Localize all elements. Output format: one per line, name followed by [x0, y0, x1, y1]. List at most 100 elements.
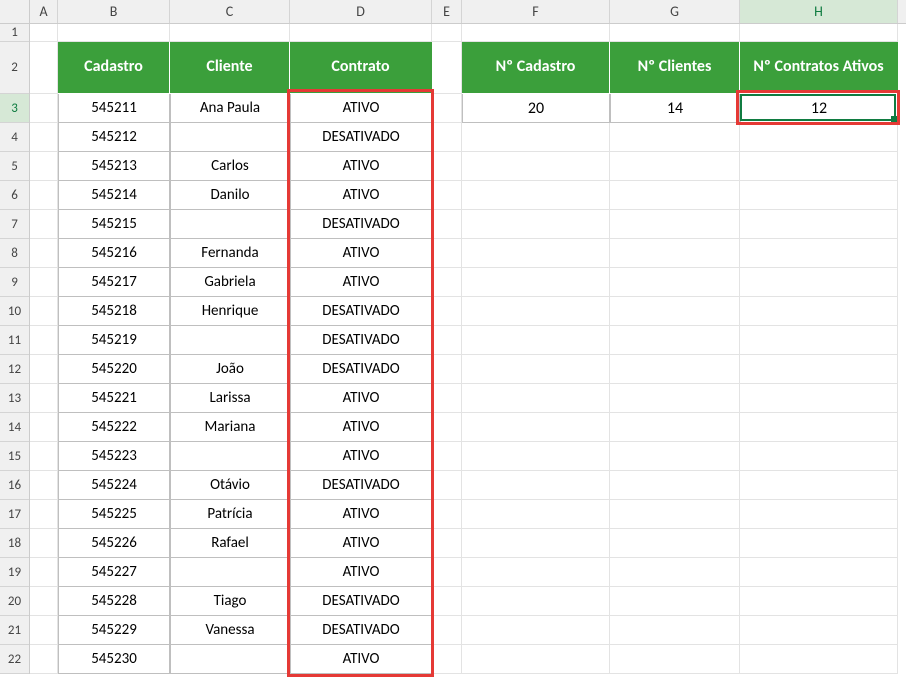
cell-contrato-12[interactable]: DESATIVADO — [290, 355, 432, 384]
cell-G9[interactable] — [610, 268, 740, 297]
cell-nclientes-value[interactable]: 14 — [610, 94, 740, 123]
cell-E17[interactable] — [432, 500, 462, 529]
cell-A22[interactable] — [30, 645, 58, 674]
cell-A14[interactable] — [30, 413, 58, 442]
cell-contrato-3[interactable]: ATIVO — [290, 94, 432, 123]
cell-E12[interactable] — [432, 355, 462, 384]
row-header-19[interactable]: 19 — [0, 558, 29, 587]
cell-cadastro-22[interactable]: 545230 — [58, 645, 170, 674]
cell-cadastro-18[interactable]: 545226 — [58, 529, 170, 558]
row-header-9[interactable]: 9 — [0, 268, 29, 297]
row-header-8[interactable]: 8 — [0, 239, 29, 268]
row-header-20[interactable]: 20 — [0, 587, 29, 616]
cell-A18[interactable] — [30, 529, 58, 558]
cell-contrato-21[interactable]: DESATIVADO — [290, 616, 432, 645]
cell-G12[interactable] — [610, 355, 740, 384]
cell-A13[interactable] — [30, 384, 58, 413]
cell-F1[interactable] — [462, 24, 610, 42]
cell-H18[interactable] — [740, 529, 898, 558]
cell-H20[interactable] — [740, 587, 898, 616]
cell-A11[interactable] — [30, 326, 58, 355]
cell-cliente-12[interactable]: João — [170, 355, 290, 384]
cell-F13[interactable] — [462, 384, 610, 413]
cell-H13[interactable] — [740, 384, 898, 413]
cell-F18[interactable] — [462, 529, 610, 558]
cell-G11[interactable] — [610, 326, 740, 355]
cell-H14[interactable] — [740, 413, 898, 442]
cell-G14[interactable] — [610, 413, 740, 442]
cell-cliente-3[interactable]: Ana Paula — [170, 94, 290, 123]
cell-contrato-22[interactable]: ATIVO — [290, 645, 432, 674]
grid-body[interactable]: CadastroClienteContratoNº CadastroNº Cli… — [30, 24, 898, 674]
cell-A3[interactable] — [30, 94, 58, 123]
cell-H4[interactable] — [740, 123, 898, 152]
cell-cadastro-21[interactable]: 545229 — [58, 616, 170, 645]
cell-cadastro-13[interactable]: 545221 — [58, 384, 170, 413]
cell-E15[interactable] — [432, 442, 462, 471]
cell-cliente-11[interactable] — [170, 326, 290, 355]
row-header-3[interactable]: 3 — [0, 94, 29, 123]
cell-A21[interactable] — [30, 616, 58, 645]
cell-cadastro-19[interactable]: 545227 — [58, 558, 170, 587]
cell-H8[interactable] — [740, 239, 898, 268]
cell-D1[interactable] — [290, 24, 432, 42]
cell-cliente-14[interactable]: Mariana — [170, 413, 290, 442]
cell-A10[interactable] — [30, 297, 58, 326]
cell-contrato-16[interactable]: DESATIVADO — [290, 471, 432, 500]
cell-G10[interactable] — [610, 297, 740, 326]
cell-cliente-18[interactable]: Rafael — [170, 529, 290, 558]
row-header-11[interactable]: 11 — [0, 326, 29, 355]
row-header-6[interactable]: 6 — [0, 181, 29, 210]
cell-cliente-22[interactable] — [170, 645, 290, 674]
cell-E19[interactable] — [432, 558, 462, 587]
cell-A9[interactable] — [30, 268, 58, 297]
cell-contrato-4[interactable]: DESATIVADO — [290, 123, 432, 152]
cell-E21[interactable] — [432, 616, 462, 645]
select-all-corner[interactable] — [0, 0, 30, 24]
cell-F4[interactable] — [462, 123, 610, 152]
cell-cadastro-7[interactable]: 545215 — [58, 210, 170, 239]
cell-cadastro-17[interactable]: 545225 — [58, 500, 170, 529]
cell-E5[interactable] — [432, 152, 462, 181]
cell-F15[interactable] — [462, 442, 610, 471]
cell-A7[interactable] — [30, 210, 58, 239]
cell-cliente-16[interactable]: Otávio — [170, 471, 290, 500]
row-header-22[interactable]: 22 — [0, 645, 29, 674]
cell-contrato-17[interactable]: ATIVO — [290, 500, 432, 529]
cell-cliente-20[interactable]: Tiago — [170, 587, 290, 616]
cell-cliente-5[interactable]: Carlos — [170, 152, 290, 181]
col-header-A[interactable]: A — [30, 0, 58, 23]
row-header-15[interactable]: 15 — [0, 442, 29, 471]
spreadsheet[interactable]: ABCDEFGH 1234567891011121314151617181920… — [0, 0, 906, 687]
cell-cliente-21[interactable]: Vanessa — [170, 616, 290, 645]
cell-cliente-6[interactable]: Danilo — [170, 181, 290, 210]
cell-contrato-11[interactable]: DESATIVADO — [290, 326, 432, 355]
cell-cadastro-20[interactable]: 545228 — [58, 587, 170, 616]
cell-E16[interactable] — [432, 471, 462, 500]
cell-G21[interactable] — [610, 616, 740, 645]
col-header-D[interactable]: D — [290, 0, 432, 23]
cell-A20[interactable] — [30, 587, 58, 616]
row-header-7[interactable]: 7 — [0, 210, 29, 239]
cell-H10[interactable] — [740, 297, 898, 326]
cell-F17[interactable] — [462, 500, 610, 529]
cell-A8[interactable] — [30, 239, 58, 268]
cell-A17[interactable] — [30, 500, 58, 529]
cell-F22[interactable] — [462, 645, 610, 674]
cell-cadastro-9[interactable]: 545217 — [58, 268, 170, 297]
cell-E14[interactable] — [432, 413, 462, 442]
col-header-C[interactable]: C — [170, 0, 290, 23]
cell-ncadastro-value[interactable]: 20 — [462, 94, 610, 123]
row-header-18[interactable]: 18 — [0, 529, 29, 558]
cell-H9[interactable] — [740, 268, 898, 297]
cell-contrato-19[interactable]: ATIVO — [290, 558, 432, 587]
cell-F9[interactable] — [462, 268, 610, 297]
cell-H1[interactable] — [740, 24, 898, 42]
cell-E18[interactable] — [432, 529, 462, 558]
col-header-E[interactable]: E — [432, 0, 462, 23]
cell-contrato-7[interactable]: DESATIVADO — [290, 210, 432, 239]
cell-G17[interactable] — [610, 500, 740, 529]
cell-A15[interactable] — [30, 442, 58, 471]
row-header-21[interactable]: 21 — [0, 616, 29, 645]
row-header-14[interactable]: 14 — [0, 413, 29, 442]
